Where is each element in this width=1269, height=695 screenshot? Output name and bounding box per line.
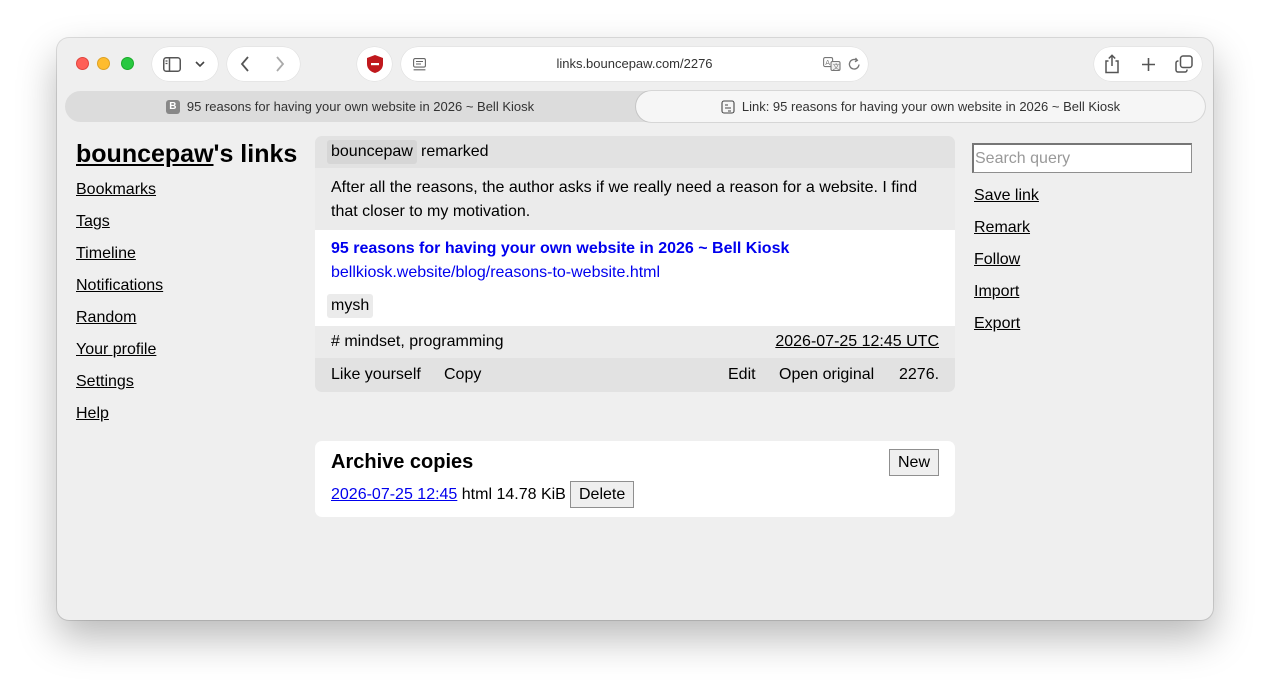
post-header: bouncepaw remarked <box>315 136 955 168</box>
nav-tags[interactable]: Tags <box>76 213 110 231</box>
reload-icon[interactable] <box>846 56 862 72</box>
post-date-link[interactable]: 2026-07-25 12:45 UTC <box>775 326 939 358</box>
nav-bookmarks[interactable]: Bookmarks <box>76 181 156 199</box>
nav-your-profile[interactable]: Your profile <box>76 341 156 359</box>
nav-notifications[interactable]: Notifications <box>76 277 163 295</box>
minimize-window-button[interactable] <box>97 57 110 70</box>
post-id-link[interactable]: 2276. <box>899 358 939 392</box>
link-url[interactable]: bellkiosk.website/blog/reasons-to-websit… <box>331 264 660 282</box>
save-link-button[interactable]: Save link <box>974 187 1039 205</box>
copy-button[interactable]: Copy <box>444 358 481 392</box>
address-bar[interactable]: links.bouncepaw.com/2276 A文 <box>401 47 868 81</box>
nav-settings[interactable]: Settings <box>76 373 134 391</box>
nav-help[interactable]: Help <box>76 405 109 423</box>
nav-timeline[interactable]: Timeline <box>76 245 136 263</box>
close-window-button[interactable] <box>76 57 89 70</box>
url-text[interactable]: links.bouncepaw.com/2276 <box>401 47 868 81</box>
sidebar-toggle-group <box>152 47 218 81</box>
navigation-group <box>227 47 300 81</box>
share-icon[interactable] <box>1101 53 1123 75</box>
zoom-window-button[interactable] <box>121 57 134 70</box>
export-button[interactable]: Export <box>974 315 1020 333</box>
tabs-overview-icon[interactable] <box>1173 53 1195 75</box>
search-input[interactable] <box>972 143 1192 173</box>
post-verb: remarked <box>421 143 489 160</box>
site-owner-link[interactable]: bouncepaw <box>76 140 214 168</box>
tab-bar: B 95 reasons for having your own website… <box>65 91 1205 122</box>
link-title[interactable]: 95 reasons for having your own website i… <box>331 240 789 258</box>
archive-title: Archive copies <box>331 451 474 473</box>
follow-button[interactable]: Follow <box>974 251 1020 269</box>
forward-icon[interactable] <box>271 55 289 73</box>
tab-link-page[interactable]: Link: 95 reasons for having your own web… <box>636 91 1205 122</box>
remark-text: After all the reasons, the author asks i… <box>331 179 918 220</box>
remark-button[interactable]: Remark <box>974 219 1030 237</box>
original-author-chip[interactable]: mysh <box>327 294 374 318</box>
archive-copy-link[interactable]: 2026-07-25 12:45 <box>331 486 457 503</box>
back-icon[interactable] <box>236 55 254 73</box>
author-chip[interactable]: bouncepaw <box>327 140 417 164</box>
plus-icon[interactable] <box>1137 53 1159 75</box>
post-card: bouncepaw remarked After all the reasons… <box>315 136 955 392</box>
like-button[interactable]: Like yourself <box>331 358 421 392</box>
svg-text:文: 文 <box>833 62 840 71</box>
archive-copy-info: html 14.78 KiB <box>461 486 566 503</box>
nav-random[interactable]: Random <box>76 309 136 327</box>
archive-copies-panel: Archive copies New 2026-07-25 12:45 html… <box>315 441 955 517</box>
favicon-b-icon: B <box>165 99 180 114</box>
toolbar-actions <box>1094 47 1202 81</box>
delete-archive-button[interactable]: Delete <box>570 481 635 508</box>
post-tags: # mindset, programming <box>331 333 504 350</box>
new-archive-button[interactable]: New <box>888 449 939 476</box>
import-button[interactable]: Import <box>974 283 1019 301</box>
tab-title: Link: 95 reasons for having your own web… <box>741 99 1121 114</box>
edit-button[interactable]: Edit <box>728 358 756 392</box>
post-actions: Like yourself Copy Edit Open original 22… <box>315 358 955 392</box>
chevron-down-icon[interactable] <box>192 57 208 71</box>
translate-icon[interactable]: A文 <box>823 56 841 72</box>
sidebar-icon[interactable] <box>162 55 182 73</box>
title-bar: links.bouncepaw.com/2276 A文 <box>57 38 1213 90</box>
svg-text:A: A <box>825 59 830 67</box>
tab-title: 95 reasons for having your own website i… <box>186 99 535 114</box>
site-title: bouncepaw's links <box>76 140 297 169</box>
tab-bell-kiosk[interactable]: B 95 reasons for having your own website… <box>65 91 635 122</box>
browser-window: links.bouncepaw.com/2276 A文 B 95 reasons… <box>57 38 1213 620</box>
open-original-button[interactable]: Open original <box>779 358 874 392</box>
link-box: 95 reasons for having your own website i… <box>315 230 955 326</box>
privacy-extension-button[interactable] <box>357 47 392 81</box>
post-meta: # mindset, programming 2026-07-25 12:45 … <box>315 326 955 358</box>
site-title-suffix: 's links <box>213 140 298 168</box>
archive-copy-row: 2026-07-25 12:45 html 14.78 KiB <box>331 486 566 504</box>
link-icon <box>721 99 735 114</box>
shield-icon <box>365 54 385 74</box>
page-content: bouncepaw's links Bookmarks Tags Timelin… <box>57 128 1213 620</box>
